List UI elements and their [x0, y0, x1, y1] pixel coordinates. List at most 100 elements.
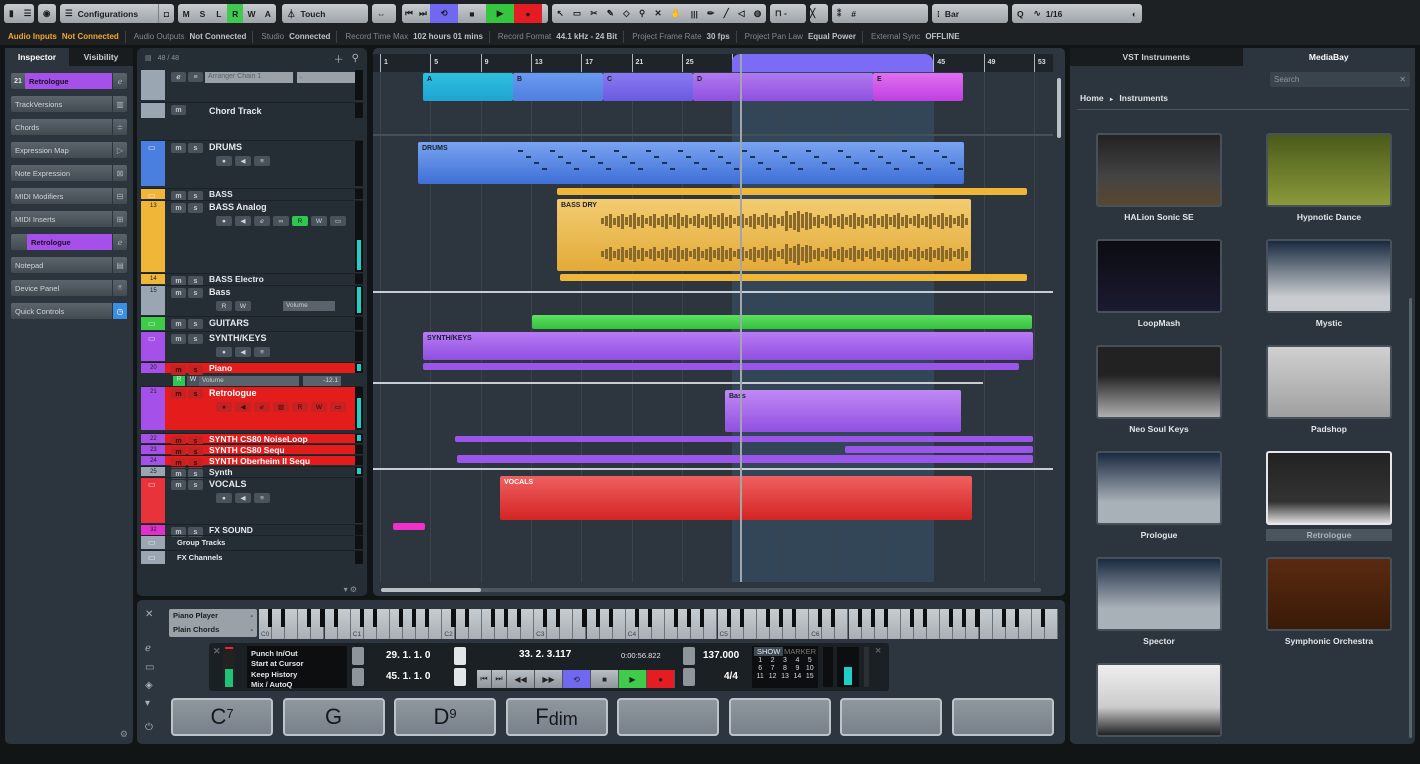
white-key[interactable]: [1045, 609, 1058, 639]
track-name[interactable]: DRUMS: [209, 142, 242, 152]
chord-track[interactable]: m Chord Track: [141, 102, 363, 118]
next-marker-button[interactable]: ⏭: [492, 670, 507, 688]
track-name[interactable]: SYNTH Oberheim II Sequ: [209, 456, 310, 466]
marker-locate-button[interactable]: 5: [804, 657, 816, 664]
white-key[interactable]: [612, 609, 626, 639]
instrument-tile[interactable]: Symphonic Orchestra: [1266, 557, 1392, 647]
marker-locate-button[interactable]: 4: [791, 657, 803, 664]
chord-pad[interactable]: C7: [171, 698, 273, 736]
track-name[interactable]: BASS Electro: [209, 274, 264, 284]
breadcrumb-home[interactable]: Home: [1080, 93, 1104, 103]
instrument-tile[interactable]: Spector: [1096, 557, 1222, 647]
chord-pad[interactable]: Fdim: [505, 698, 608, 736]
track-color-strip[interactable]: ▭: [141, 551, 165, 564]
arranger-event-e[interactable]: E: [873, 73, 963, 101]
marker-tab[interactable]: MARKER: [784, 647, 816, 656]
track-name[interactable]: BASS Analog: [209, 202, 267, 212]
time-signature[interactable]: 4/4: [724, 671, 738, 682]
mute-button[interactable]: m: [171, 143, 186, 153]
solo-button[interactable]: s: [188, 203, 203, 213]
instrument-name[interactable]: Symphonic Orchestra: [1266, 635, 1392, 647]
nudge-select[interactable]: ⊓ -: [770, 4, 806, 23]
track-vocals[interactable]: ▭ m s VOCALS ● ◀ ≡: [141, 477, 363, 523]
vertical-scrollbar[interactable]: [1057, 78, 1061, 138]
inspector-section-midi-inserts[interactable]: MIDI Inserts ⊞: [11, 211, 127, 227]
close-panel-icon[interactable]: ✕: [875, 646, 881, 655]
inspector-section-note-expression[interactable]: Note Expression ⊠: [11, 165, 127, 181]
inspector-section-expression-map[interactable]: Expression Map ▷: [11, 142, 127, 158]
mediabay-scrollbar[interactable]: [1409, 298, 1412, 738]
track-control-button[interactable]: ≡: [254, 493, 270, 503]
track-control-button[interactable]: R: [216, 301, 232, 311]
track-fx-sound[interactable]: 32 m s FX SOUND: [141, 524, 363, 537]
record-button[interactable]: ●: [647, 670, 675, 688]
white-key[interactable]: [521, 609, 534, 639]
settings-gear-icon[interactable]: ⚙: [120, 729, 128, 740]
chord-pad[interactable]: G: [282, 698, 385, 736]
chord-pad[interactable]: [951, 698, 1054, 736]
configurations-menu[interactable]: ☰ Configurations ◘: [60, 4, 174, 23]
bass-folder-part[interactable]: [557, 188, 1027, 195]
track-bass[interactable]: ▭ m s BASS: [141, 188, 363, 201]
chord-pad[interactable]: D9: [394, 698, 496, 736]
arrow-down-icon[interactable]: ▾: [145, 698, 150, 709]
arranger-event-a[interactable]: A: [423, 73, 513, 101]
goto-next-marker-button[interactable]: ⏭: [416, 4, 430, 23]
status-value[interactable]: Not Connected: [189, 32, 246, 41]
track-control-button[interactable]: ◀: [235, 216, 251, 226]
camera-icon[interactable]: ◘: [157, 4, 174, 23]
bass-electro-part[interactable]: [560, 274, 1027, 281]
track-control-button[interactable]: ●: [216, 493, 232, 503]
white-key[interactable]: [429, 609, 443, 639]
track-bass-analog[interactable]: 13 m s BASS Analog ● ◀ ℯ ∞ R W ▭: [141, 200, 363, 272]
white-key[interactable]: [337, 609, 351, 639]
stop-button[interactable]: ■: [458, 4, 486, 23]
listen-button[interactable]: L: [211, 4, 227, 23]
status-value[interactable]: 102 hours 01 mins: [413, 32, 483, 41]
play-button[interactable]: ▶: [486, 4, 514, 23]
track-control-button[interactable]: ≡: [254, 156, 270, 166]
track-control-button[interactable]: ●: [216, 402, 232, 412]
instrument-tile[interactable]: Padshop: [1266, 345, 1392, 435]
range-tool-icon[interactable]: ▭: [573, 4, 581, 23]
track-control-button[interactable]: R: [292, 216, 308, 226]
forward-button[interactable]: ▶▶: [535, 670, 563, 688]
solo-button[interactable]: s: [188, 334, 203, 344]
track-color-strip[interactable]: 23: [141, 445, 165, 454]
grid-type-select[interactable]: ⁞ Bar: [932, 4, 1008, 23]
stop-button[interactable]: ■: [591, 670, 619, 688]
mediabay-search-input[interactable]: Search ✕: [1270, 72, 1410, 87]
track-control-button[interactable]: ▥: [273, 402, 289, 412]
draw-tool-icon[interactable]: ✏: [707, 4, 714, 23]
track-name[interactable]: FX SOUND: [209, 525, 253, 535]
object-select-tool-icon[interactable]: ↖: [557, 4, 564, 23]
arranger-event-c[interactable]: C: [603, 73, 693, 101]
track-control-button[interactable]: ●: [216, 347, 232, 357]
instrument-name[interactable]: Padshop: [1266, 423, 1392, 435]
instrument-thumbnail[interactable]: [1096, 133, 1222, 207]
quick-controls-icon[interactable]: ◷: [112, 303, 127, 319]
track-control-button[interactable]: ℯ: [254, 216, 270, 226]
marker-locate-button[interactable]: 12: [766, 673, 778, 680]
midi-inserts-icon[interactable]: ⊞: [112, 211, 127, 227]
rewind-button[interactable]: ◀◀: [507, 670, 535, 688]
marker-locate-button[interactable]: 11: [754, 673, 766, 680]
synth-keys-part[interactable]: SYNTH/KEYS: [423, 332, 1033, 360]
mute-button[interactable]: m: [171, 203, 186, 213]
quantize-panel-icon[interactable]: ◐: [1127, 4, 1142, 23]
instrument-thumbnail[interactable]: [1266, 451, 1392, 525]
track-control-button[interactable]: W: [235, 301, 251, 311]
marker-locate-button[interactable]: 8: [779, 665, 791, 672]
white-key[interactable]: [1018, 609, 1032, 639]
track-color-strip[interactable]: ▭: [141, 478, 165, 523]
punch-out-button[interactable]: [352, 668, 364, 686]
mute-button[interactable]: m: [171, 365, 186, 375]
solo-button[interactable]: s: [188, 365, 203, 375]
track-control-button[interactable]: W: [311, 402, 327, 412]
instrument-tile[interactable]: Neo Soul Keys: [1096, 345, 1222, 435]
white-key[interactable]: [796, 609, 810, 639]
instrument-thumbnail[interactable]: [1096, 663, 1222, 737]
white-key[interactable]: [468, 609, 482, 639]
keep-history-option[interactable]: Keep History: [251, 670, 297, 679]
marker-locate-button[interactable]: 1: [754, 657, 766, 664]
